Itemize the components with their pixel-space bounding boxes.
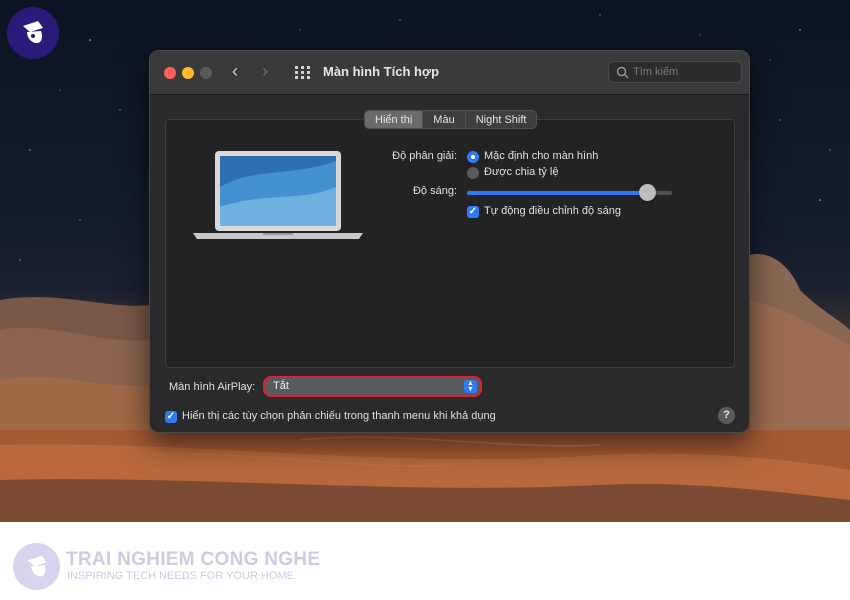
updown-chevron-icon: ▲ ▼ — [464, 380, 477, 393]
mascot-icon — [23, 21, 43, 44]
search-input[interactable] — [633, 64, 733, 80]
show-all-grid-icon[interactable] — [295, 66, 311, 80]
window-title: Màn hình Tích hợp — [323, 64, 440, 79]
minimize-button[interactable] — [182, 67, 194, 79]
resolution-scaled-radio[interactable] — [467, 167, 479, 179]
brand-subtitle: INSPIRING TECH NEEDS FOR YOUR HOME — [67, 570, 294, 582]
back-button[interactable]: ‹ — [232, 61, 238, 82]
tab-bar: Hiển thị Màu Night Shift — [364, 110, 538, 129]
resolution-default-radio[interactable] — [467, 151, 479, 163]
airplay-label: Màn hình AirPlay: — [169, 381, 256, 393]
search-field[interactable] — [608, 61, 742, 83]
brightness-label: Độ sáng: — [412, 185, 457, 197]
close-button[interactable] — [164, 67, 176, 79]
mirroring-checkbox[interactable]: ✓ — [165, 411, 177, 423]
resolution-scaled-label[interactable]: Được chia tỷ lệ — [484, 166, 559, 178]
auto-brightness-label[interactable]: Tự động điều chỉnh độ sáng — [484, 205, 621, 217]
tab-display[interactable]: Hiển thị — [365, 111, 424, 128]
search-icon — [616, 66, 629, 79]
macbook-illustration — [193, 151, 363, 239]
brand-logo — [13, 543, 60, 590]
tab-color[interactable]: Màu — [423, 111, 466, 128]
mirroring-label[interactable]: Hiển thị các tùy chọn phản chiếu trong t… — [182, 410, 496, 422]
brightness-slider[interactable] — [467, 184, 672, 201]
resolution-label: Độ phân giải: — [392, 150, 457, 162]
forward-button[interactable]: › — [262, 61, 268, 82]
resolution-default-label[interactable]: Mặc định cho màn hình — [484, 150, 598, 162]
airplay-selected-value: Tắt — [273, 380, 289, 392]
site-logo — [7, 7, 59, 59]
brand-title: TRAI NGHIEM CONG NGHE — [66, 549, 321, 570]
display-preferences-window: ‹ › Màn hình Tích hợp Hiển thị Màu Night… — [149, 50, 750, 433]
brightness-slider-fill — [467, 191, 648, 195]
airplay-select[interactable]: Tắt ▲ ▼ — [263, 376, 482, 397]
title-bar: ‹ › Màn hình Tích hợp — [150, 51, 749, 95]
tab-night-shift[interactable]: Night Shift — [466, 111, 537, 128]
mascot-icon — [27, 555, 46, 576]
help-button[interactable]: ? — [718, 407, 735, 424]
zoom-button[interactable] — [200, 67, 212, 79]
auto-brightness-checkbox[interactable]: ✓ — [467, 206, 479, 218]
